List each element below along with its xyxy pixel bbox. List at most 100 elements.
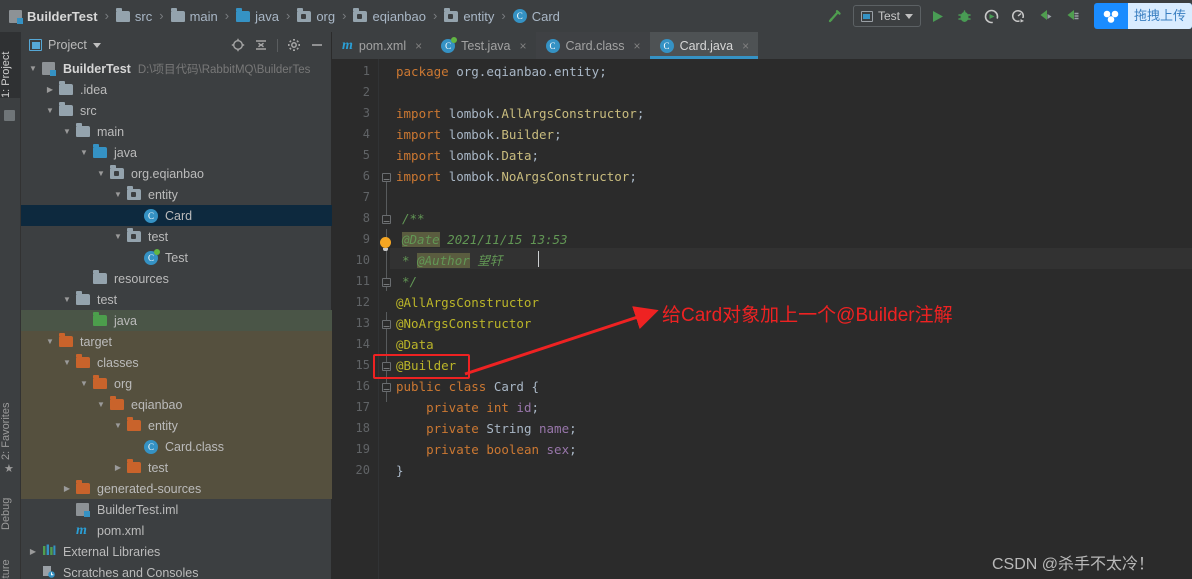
tree-node--idea[interactable]: ▶ .idea [21, 79, 332, 100]
editor-tab-test-java[interactable]: C Test.java × [431, 32, 535, 59]
close-icon[interactable]: × [519, 39, 526, 53]
tree-node-java[interactable]: ▼ java [21, 142, 332, 163]
editor-tab-pom-xml[interactable]: m pom.xml × [332, 32, 431, 59]
editor-tab-card-java[interactable]: C Card.java × [649, 32, 759, 59]
tree-node-buildertest-iml[interactable]: ▶BuilderTest.iml [21, 499, 332, 520]
tree-node-label: .idea [80, 82, 108, 97]
tree-node-entity[interactable]: ▼ entity [21, 415, 332, 436]
code-line[interactable]: import lombok.AllArgsConstructor; [390, 103, 644, 124]
code-line[interactable]: /** [390, 208, 425, 229]
settings-gear-icon[interactable] [287, 38, 301, 52]
chevron-right-icon[interactable]: ▶ [112, 463, 124, 472]
breadcrumb-item-java[interactable]: java [233, 4, 282, 28]
chevron-down-icon[interactable]: ▼ [44, 106, 56, 115]
cloud-upload-button[interactable]: 拖拽上传 [1093, 3, 1192, 29]
chevron-down-icon[interactable]: ▼ [61, 295, 73, 304]
tree-node-target[interactable]: ▼ target [21, 331, 332, 352]
chevron-down-icon[interactable]: ▼ [44, 337, 56, 346]
tree-node-classes[interactable]: ▼ classes [21, 352, 332, 373]
editor-gutter[interactable]: 1 2 3 4 5 6 7 8 9 10 11 12 13 14 15 16 17 18 19 20 [332, 59, 378, 579]
tree-node-org[interactable]: ▼ org [21, 373, 332, 394]
chevron-down-icon[interactable]: ▼ [61, 358, 73, 367]
tree-node-src[interactable]: ▼ src [21, 100, 332, 121]
project-panel-title[interactable]: Project [29, 38, 101, 52]
tree-node-pom-xml[interactable]: ▶mpom.xml [21, 520, 332, 541]
tool-tab-structure[interactable]: Structure [0, 542, 21, 579]
source-folder-icon [93, 144, 107, 158]
chevron-down-icon[interactable]: ▼ [95, 400, 107, 409]
close-icon[interactable]: × [634, 39, 641, 53]
chevron-right-icon[interactable]: ▶ [27, 547, 39, 556]
code-line[interactable]: import lombok.NoArgsConstructor; [390, 166, 637, 187]
tool-tab-favorites[interactable]: 2: Favorites [0, 370, 21, 460]
code-line[interactable]: */ [390, 271, 417, 292]
chevron-right-icon[interactable]: ▶ [44, 85, 56, 94]
close-icon[interactable]: × [742, 39, 749, 53]
tree-node-test[interactable]: ▼ test [21, 226, 332, 247]
tree-node-eqianbao[interactable]: ▼ eqianbao [21, 394, 332, 415]
tree-node-card-class[interactable]: ▶CCard.class [21, 436, 332, 457]
breadcrumb-item-buildertest[interactable]: BuilderTest [6, 4, 101, 28]
chevron-down-icon[interactable]: ▼ [112, 190, 124, 199]
chevron-down-icon[interactable]: ▼ [78, 379, 90, 388]
code-line[interactable]: } [390, 460, 404, 481]
chevron-down-icon[interactable]: ▼ [112, 232, 124, 241]
chevron-down-icon[interactable]: ▼ [95, 169, 107, 178]
tree-node-test[interactable]: ▶CTest [21, 247, 332, 268]
rollback-icon[interactable] [1063, 6, 1083, 26]
tree-node-card[interactable]: ▶CCard [21, 205, 332, 226]
tree-node-generated-sources[interactable]: ▶ generated-sources [21, 478, 332, 499]
code-token: sex [546, 442, 570, 457]
chevron-down-icon[interactable]: ▼ [27, 64, 39, 73]
code-line[interactable] [390, 82, 396, 103]
tree-node-scratches-and-consoles[interactable]: ▶Scratches and Consoles [21, 562, 332, 579]
tree-node-external-libraries[interactable]: ▶ External Libraries [21, 541, 332, 562]
tree-node-buildertest[interactable]: ▼ BuilderTest D:\项目代码\RabbitMQ\BuilderTes [21, 58, 332, 79]
code-line[interactable]: @Date 2021/11/15 13:53 [390, 229, 568, 250]
tree-node-test[interactable]: ▼ test [21, 289, 332, 310]
code-line[interactable]: private boolean sex; [390, 439, 577, 460]
tree-node-test[interactable]: ▶ test [21, 457, 332, 478]
chevron-down-icon[interactable]: ▼ [112, 421, 124, 430]
fold-gutter[interactable]: ⚊ ⚊ ⚊ ⚊ ⚊ ⚊ ⚊ [378, 59, 391, 579]
tree-node-java[interactable]: ▶java [21, 310, 332, 331]
chevron-down-icon[interactable]: ▼ [78, 148, 90, 157]
chevron-right-icon[interactable]: ▶ [61, 484, 73, 493]
tool-tab-project[interactable]: 1: Project [0, 32, 21, 98]
structure-square-icon[interactable] [4, 110, 15, 121]
breadcrumb-item-card[interactable]: C Card [510, 4, 563, 28]
project-tree[interactable]: ▼ BuilderTest D:\项目代码\RabbitMQ\BuilderTes ▶… [21, 58, 332, 579]
run-with-coverage-icon[interactable] [982, 6, 1002, 26]
breadcrumb-item-eqianbao[interactable]: eqianbao [350, 4, 429, 28]
tree-node-org-eqianbao[interactable]: ▼ org.eqianbao [21, 163, 332, 184]
collapse-all-icon[interactable] [254, 38, 268, 52]
hide-panel-icon[interactable] [310, 38, 324, 52]
code-line[interactable]: package org.eqianbao.entity; [390, 61, 607, 82]
close-icon[interactable]: × [415, 39, 422, 53]
breadcrumb-item-org[interactable]: org [294, 4, 338, 28]
tree-node-main[interactable]: ▼ main [21, 121, 332, 142]
scroll-from-source-icon[interactable] [231, 38, 245, 52]
line-number: 9 [362, 232, 370, 246]
breadcrumb-item-src[interactable]: src [113, 4, 155, 28]
update-project-icon[interactable] [1036, 6, 1056, 26]
editor-tab-card-class[interactable]: C Card.class × [535, 32, 650, 59]
code-line[interactable]: private String name; [390, 418, 577, 439]
code-line[interactable]: * @Author 望轩 [390, 250, 502, 271]
code-line[interactable]: import lombok.Builder; [390, 124, 562, 145]
tool-tab-debug[interactable]: Debug [0, 478, 21, 530]
run-configuration-selector[interactable]: Test [852, 5, 921, 27]
run-icon[interactable] [928, 6, 948, 26]
code-line[interactable]: private int id; [390, 397, 539, 418]
code-line[interactable]: @Data [390, 334, 434, 355]
breadcrumb-item-main[interactable]: main [168, 4, 221, 28]
tree-node-resources[interactable]: ▶resources [21, 268, 332, 289]
code-line[interactable]: import lombok.Data; [390, 145, 539, 166]
chevron-down-icon[interactable]: ▼ [61, 127, 73, 136]
debug-icon[interactable] [955, 6, 975, 26]
tree-node-entity[interactable]: ▼ entity [21, 184, 332, 205]
hammer-icon[interactable] [826, 6, 846, 26]
code-line[interactable] [390, 187, 396, 208]
profiler-icon[interactable] [1009, 6, 1029, 26]
breadcrumb-item-entity[interactable]: entity [441, 4, 497, 28]
